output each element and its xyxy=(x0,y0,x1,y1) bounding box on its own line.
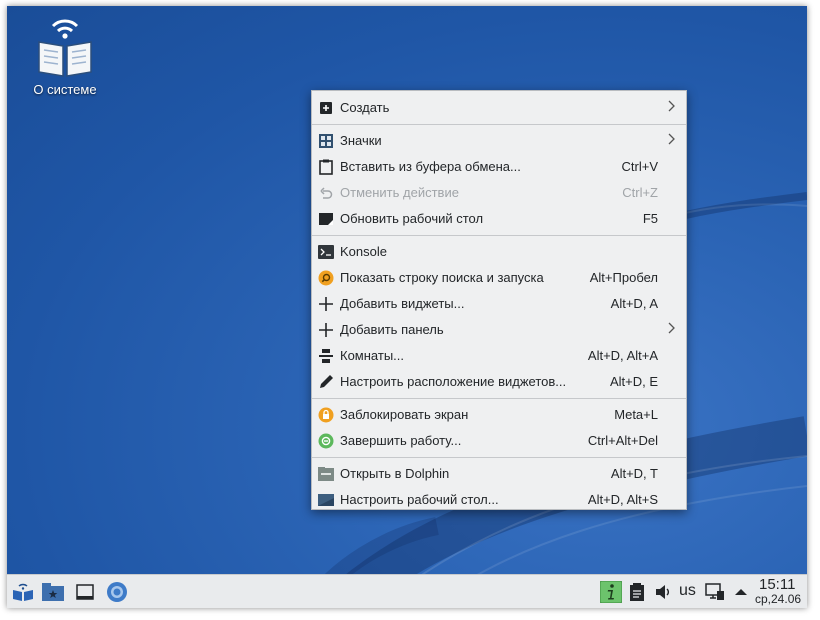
folder-icon xyxy=(42,583,64,601)
add-widgets-icon xyxy=(318,296,334,312)
chevron-up-icon xyxy=(735,589,747,595)
refresh-desktop-icon xyxy=(318,211,334,227)
undo-icon xyxy=(318,185,334,201)
menu-item-icons[interactable]: Значки xyxy=(312,128,686,154)
menu-item-leave[interactable]: Завершить работу... Ctrl+Alt+Del xyxy=(312,428,686,454)
clock-time[interactable]: 15:11 xyxy=(759,576,795,593)
chevron-right-icon xyxy=(668,133,675,145)
window-icon xyxy=(76,584,94,600)
menu-item-create[interactable]: Создать xyxy=(312,95,686,121)
menu-item-konsole[interactable]: Konsole xyxy=(312,239,686,265)
chevron-right-icon xyxy=(668,100,675,112)
menu-item-krunner[interactable]: Показать строку поиска и запуска Alt+Про… xyxy=(312,265,686,291)
menu-separator xyxy=(312,398,686,399)
browser-icon xyxy=(107,582,127,602)
taskbar: us 15:11 ср,24.06 xyxy=(7,574,807,608)
clipboard-icon xyxy=(630,583,644,601)
book-wifi-icon xyxy=(33,18,97,78)
add-panel-icon xyxy=(318,322,334,338)
menu-separator xyxy=(312,124,686,125)
menu-item-activities[interactable]: Комнаты... Alt+D, Alt+A xyxy=(312,343,686,369)
edit-layout-icon xyxy=(318,374,334,390)
menu-item-refresh-desktop[interactable]: Обновить рабочий стол F5 xyxy=(312,206,686,232)
browser-button[interactable] xyxy=(105,580,129,604)
volume-tray-button[interactable] xyxy=(651,580,675,604)
network-tray-button[interactable] xyxy=(703,580,727,604)
desktop-settings-icon xyxy=(318,492,334,508)
terminal-icon xyxy=(318,244,334,260)
app-launcher-button[interactable] xyxy=(11,580,35,604)
desktop-context-menu: Создать Значки Вставить из буфера обмена… xyxy=(311,90,687,510)
menu-item-desktop-settings[interactable]: Настроить рабочий стол... Alt+D, Alt+S xyxy=(312,487,686,513)
info-tray-button[interactable] xyxy=(599,580,623,604)
about-system-desktop-icon[interactable]: О системе xyxy=(23,18,107,97)
icons-grid-icon xyxy=(318,133,334,149)
menu-separator xyxy=(312,235,686,236)
dolphin-folder-icon xyxy=(318,466,334,482)
chevron-right-icon xyxy=(668,322,675,334)
info-icon xyxy=(600,581,622,603)
krunner-search-icon xyxy=(318,270,334,286)
menu-item-add-panel[interactable]: Добавить панель xyxy=(312,317,686,343)
network-monitor-icon xyxy=(705,583,724,600)
speaker-icon xyxy=(656,585,669,599)
desktop-icon-label: О системе xyxy=(33,82,97,97)
menu-separator xyxy=(312,457,686,458)
clipboard-tray-button[interactable] xyxy=(625,580,649,604)
desktop[interactable]: О системе Создать Значки Вставить из буф… xyxy=(7,6,807,608)
keyboard-layout-indicator[interactable]: us xyxy=(679,582,696,600)
book-launcher-icon xyxy=(13,583,33,601)
new-document-icon xyxy=(318,100,334,116)
menu-item-lock-screen[interactable]: Заблокировать экран Meta+L xyxy=(312,402,686,428)
leave-icon xyxy=(318,433,334,449)
show-hidden-tray-button[interactable] xyxy=(729,580,753,604)
file-manager-button[interactable] xyxy=(41,580,65,604)
show-desktop-button[interactable] xyxy=(73,580,97,604)
menu-item-paste[interactable]: Вставить из буфера обмена... Ctrl+V xyxy=(312,154,686,180)
activities-icon xyxy=(318,348,334,364)
menu-item-open-dolphin[interactable]: Открыть в Dolphin Alt+D, T xyxy=(312,461,686,487)
clipboard-paste-icon xyxy=(318,159,334,175)
menu-item-undo[interactable]: Отменить действие Ctrl+Z xyxy=(312,180,686,206)
clock-date[interactable]: ср,24.06 xyxy=(755,592,801,606)
menu-item-add-widgets[interactable]: Добавить виджеты... Alt+D, A xyxy=(312,291,686,317)
menu-item-edit-layout[interactable]: Настроить расположение виджетов... Alt+D… xyxy=(312,369,686,395)
lock-screen-icon xyxy=(318,407,334,423)
